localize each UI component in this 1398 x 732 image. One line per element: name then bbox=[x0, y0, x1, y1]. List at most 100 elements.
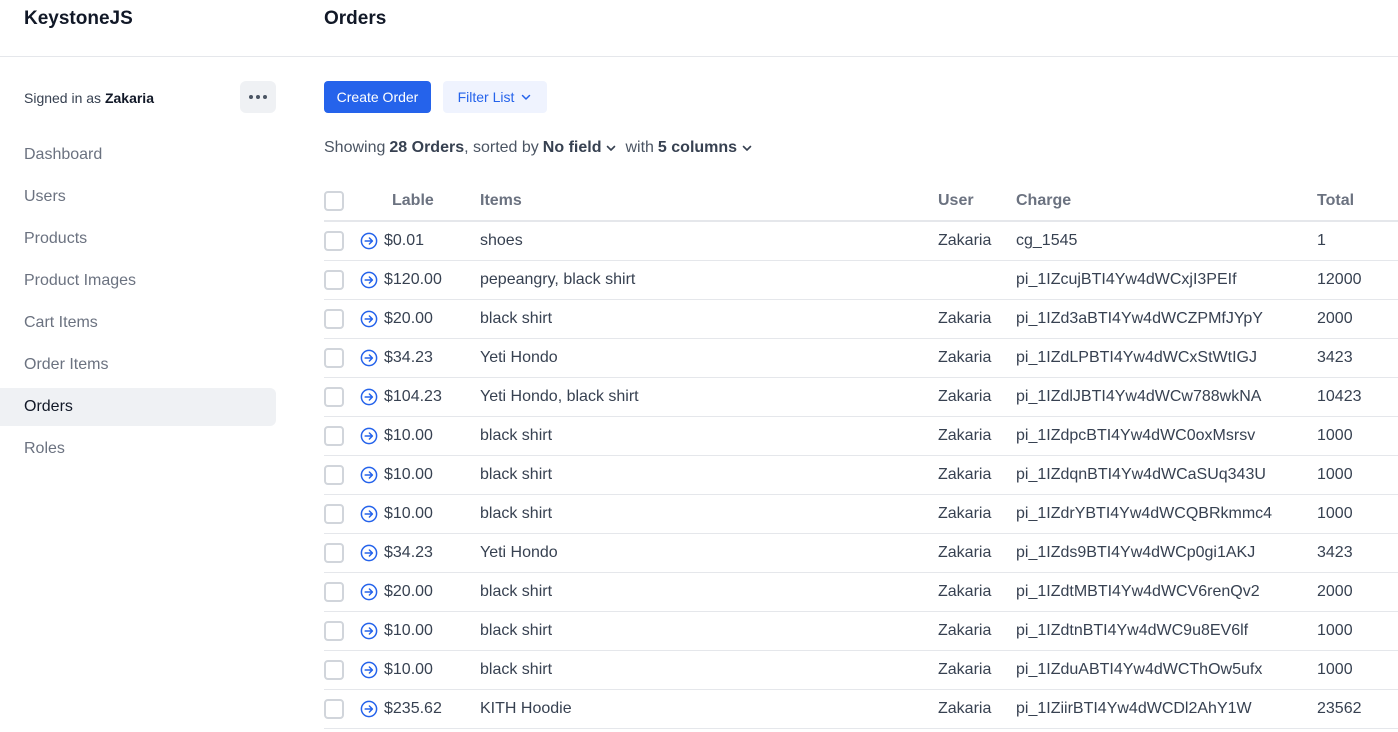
table-row: $10.00 black shirt Zakaria pi_1IZdrYBTI4Yw4… bbox=[324, 495, 1398, 534]
row-total: 23562 bbox=[1317, 700, 1362, 717]
row-charge-cell: pi_1IZdlJBTI4Yw4dWCw788wkNA bbox=[1016, 378, 1261, 416]
table-row: $120.00 pepeangry, black shirt pi_1IZcujBT… bbox=[324, 261, 1398, 300]
chevron-down-icon bbox=[607, 145, 616, 151]
row-user: Zakaria bbox=[938, 349, 992, 366]
row-charge: pi_1IZdpcBTI4Yw4dWC0oxMsrsv bbox=[1016, 427, 1256, 444]
row-select-cell bbox=[324, 300, 344, 338]
column-header-items[interactable]: Items bbox=[480, 182, 522, 220]
row-items: black shirt bbox=[480, 427, 553, 444]
arrow-circle-right-icon[interactable] bbox=[360, 427, 378, 445]
row-items: black shirt bbox=[480, 505, 553, 522]
row-select-cell bbox=[324, 534, 344, 572]
sidebar-item-order-items[interactable]: Order Items bbox=[0, 346, 276, 384]
table-row: $20.00 black shirt Zakaria pi_1IZd3aBTI4Yw4… bbox=[324, 300, 1398, 339]
sort-field-select[interactable]: No field bbox=[543, 139, 618, 157]
sidebar-item-cart-items[interactable]: Cart Items bbox=[0, 304, 276, 342]
row-charge: pi_1IZd3aBTI4Yw4dWCZPMfJYpY bbox=[1016, 310, 1263, 327]
row-label: $10.00 bbox=[384, 427, 433, 444]
row-checkbox[interactable] bbox=[324, 231, 344, 251]
sidebar-item-dashboard[interactable]: Dashboard bbox=[0, 136, 276, 174]
row-total-cell: 3423 bbox=[1317, 534, 1353, 572]
row-total-cell: 1 bbox=[1317, 222, 1326, 260]
column-header-total[interactable]: Total bbox=[1317, 182, 1354, 220]
filter-list-button[interactable]: Filter List bbox=[443, 81, 547, 113]
row-checkbox[interactable] bbox=[324, 660, 344, 680]
row-label-cell: $104.23 bbox=[360, 378, 442, 416]
arrow-circle-right-icon[interactable] bbox=[360, 622, 378, 640]
row-total-cell: 3423 bbox=[1317, 339, 1353, 377]
row-total: 1000 bbox=[1317, 466, 1353, 483]
create-order-button[interactable]: Create Order bbox=[324, 81, 431, 113]
row-checkbox[interactable] bbox=[324, 426, 344, 446]
row-select-cell bbox=[324, 495, 344, 533]
row-items-cell: Yeti Hondo bbox=[480, 339, 558, 377]
row-checkbox[interactable] bbox=[324, 699, 344, 719]
row-checkbox[interactable] bbox=[324, 387, 344, 407]
sidebar-item-products[interactable]: Products bbox=[0, 220, 276, 258]
row-select-cell bbox=[324, 261, 344, 299]
row-checkbox[interactable] bbox=[324, 504, 344, 524]
brand-title[interactable]: KeystoneJS bbox=[24, 8, 133, 30]
arrow-circle-right-icon[interactable] bbox=[360, 310, 378, 328]
columns-select[interactable]: 5 columns bbox=[658, 139, 753, 157]
more-options-button[interactable] bbox=[240, 81, 276, 113]
row-label-cell: $10.00 bbox=[360, 612, 433, 650]
row-total: 3423 bbox=[1317, 544, 1353, 561]
arrow-circle-right-icon[interactable] bbox=[360, 583, 378, 601]
row-items: black shirt bbox=[480, 661, 553, 678]
row-charge: pi_1IZdtnBTI4Yw4dWC9u8EV6lf bbox=[1016, 622, 1249, 639]
row-checkbox[interactable] bbox=[324, 621, 344, 641]
arrow-circle-right-icon[interactable] bbox=[360, 349, 378, 367]
row-checkbox[interactable] bbox=[324, 465, 344, 485]
column-header-charge[interactable]: Charge bbox=[1016, 182, 1071, 220]
row-user: Zakaria bbox=[938, 505, 992, 522]
row-user: Zakaria bbox=[938, 466, 992, 483]
row-user-cell: Zakaria bbox=[938, 573, 991, 611]
sidebar-item-orders[interactable]: Orders bbox=[0, 388, 276, 426]
row-checkbox[interactable] bbox=[324, 309, 344, 329]
table-row: $235.62 KITH Hoodie Zakaria pi_1IZiirBTI4Yw… bbox=[324, 690, 1398, 729]
row-user-cell: Zakaria bbox=[938, 495, 991, 533]
arrow-circle-right-icon[interactable] bbox=[360, 388, 378, 406]
row-user-cell: Zakaria bbox=[938, 339, 991, 377]
arrow-circle-right-icon[interactable] bbox=[360, 544, 378, 562]
row-items-cell: Yeti Hondo, black shirt bbox=[480, 378, 639, 416]
row-charge: pi_1IZcujBTI4Yw4dWCxjI3PEIf bbox=[1016, 271, 1237, 288]
row-user: Zakaria bbox=[938, 232, 992, 249]
row-checkbox[interactable] bbox=[324, 270, 344, 290]
row-user: Zakaria bbox=[938, 388, 992, 405]
summary-with: with bbox=[625, 139, 654, 156]
arrow-circle-right-icon[interactable] bbox=[360, 700, 378, 718]
row-checkbox[interactable] bbox=[324, 348, 344, 368]
row-charge-cell: pi_1IZdtMBTI4Yw4dWCV6renQv2 bbox=[1016, 573, 1260, 611]
row-checkbox[interactable] bbox=[324, 543, 344, 563]
row-total: 1000 bbox=[1317, 661, 1353, 678]
row-items-cell: Yeti Hondo bbox=[480, 534, 558, 572]
arrow-circle-right-icon[interactable] bbox=[360, 232, 378, 250]
row-items: Yeti Hondo bbox=[480, 544, 558, 561]
row-charge-cell: pi_1IZdqnBTI4Yw4dWCaSUq343U bbox=[1016, 456, 1266, 494]
row-label-cell: $10.00 bbox=[360, 417, 433, 455]
row-total: 1000 bbox=[1317, 505, 1353, 522]
column-header-lable[interactable]: Lable bbox=[392, 182, 434, 220]
sidebar-item-users[interactable]: Users bbox=[0, 178, 276, 216]
row-items-cell: KITH Hoodie bbox=[480, 690, 572, 728]
row-total: 12000 bbox=[1317, 271, 1362, 288]
row-label: $10.00 bbox=[384, 661, 433, 678]
arrow-circle-right-icon[interactable] bbox=[360, 505, 378, 523]
table-row: $10.00 black shirt Zakaria pi_1IZduABTI4Yw4… bbox=[324, 651, 1398, 690]
row-checkbox[interactable] bbox=[324, 582, 344, 602]
row-user-cell: Zakaria bbox=[938, 651, 991, 689]
arrow-circle-right-icon[interactable] bbox=[360, 661, 378, 679]
signed-in-text: Signed in as Zakaria bbox=[24, 90, 154, 106]
row-user-cell: Zakaria bbox=[938, 222, 991, 260]
arrow-circle-right-icon[interactable] bbox=[360, 271, 378, 289]
row-label-cell: $235.62 bbox=[360, 690, 442, 728]
column-header-user[interactable]: User bbox=[938, 182, 974, 220]
sidebar-item-roles[interactable]: Roles bbox=[0, 430, 276, 468]
sidebar-item-product-images[interactable]: Product Images bbox=[0, 262, 276, 300]
arrow-circle-right-icon[interactable] bbox=[360, 466, 378, 484]
table-row: $10.00 black shirt Zakaria pi_1IZdtnBTI4Yw4… bbox=[324, 612, 1398, 651]
select-all-checkbox[interactable] bbox=[324, 191, 344, 211]
row-items-cell: black shirt bbox=[480, 612, 552, 650]
